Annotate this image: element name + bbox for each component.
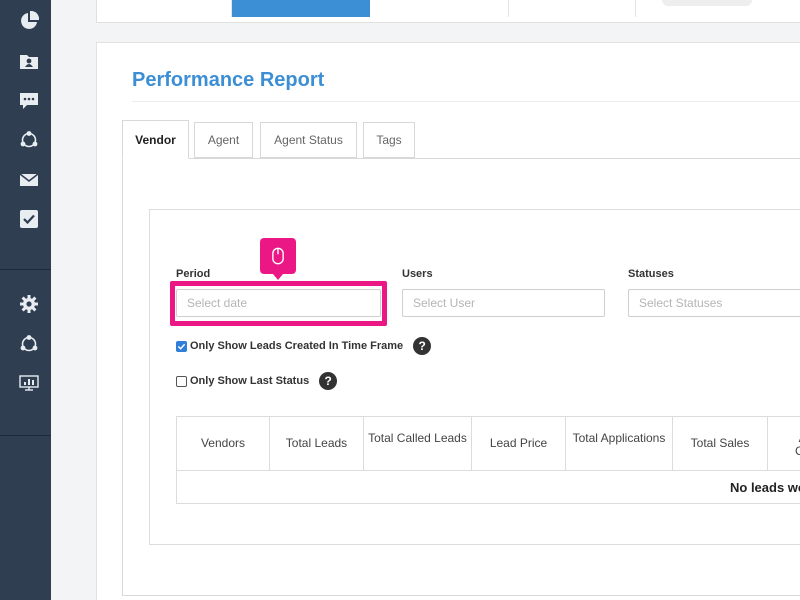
help-icon[interactable]: ? <box>319 372 338 390</box>
tab-vendor[interactable]: Vendor <box>122 120 189 159</box>
top-tab-segment[interactable] <box>97 0 232 17</box>
gear-icon[interactable] <box>18 293 40 315</box>
tab-tags[interactable]: Tags <box>363 122 415 158</box>
only-created-checkbox[interactable] <box>176 340 187 352</box>
monitor-chart-icon[interactable] <box>18 372 40 394</box>
help-icon[interactable]: ? <box>413 337 432 355</box>
only-last-status-label: Only Show Last Status <box>190 375 310 387</box>
page-title: Performance Report <box>132 69 325 91</box>
only-created-option: Only Show Leads Created In Time Frame ? <box>176 337 432 355</box>
top-tab-segment[interactable] <box>509 0 636 17</box>
top-tab-bar <box>96 0 800 23</box>
network-icon[interactable] <box>18 129 40 151</box>
chat-icon[interactable] <box>18 90 40 112</box>
statuses-input[interactable]: Select Statuses <box>628 289 800 317</box>
mail-icon[interactable] <box>18 169 40 191</box>
empty-message: No leads wo <box>730 480 800 495</box>
column-header-lead-price[interactable]: Lead Price <box>472 417 566 471</box>
column-header-total-sales[interactable]: Total Sales <box>673 417 768 471</box>
period-label: Period <box>176 268 211 280</box>
column-header-vendors[interactable]: Vendors <box>177 417 270 471</box>
statuses-label: Statuses <box>628 268 674 280</box>
sidebar-divider <box>0 269 51 270</box>
users-input[interactable]: Select User <box>402 289 605 317</box>
tab-panel: Period Users Statuses Select date Select… <box>122 158 800 596</box>
mouse-pointer-badge <box>260 238 296 280</box>
checkbox-icon[interactable] <box>18 208 40 230</box>
column-header-total-called-leads[interactable]: Total Called Leads <box>364 417 472 471</box>
results-table: Vendors Total Leads Total Called Leads L… <box>176 416 800 504</box>
mouse-icon <box>272 247 284 265</box>
only-last-status-checkbox[interactable] <box>176 375 187 387</box>
top-tab-shape <box>662 0 752 6</box>
pie-chart-icon[interactable] <box>18 10 40 32</box>
tab-agent-status[interactable]: Agent Status <box>260 122 357 158</box>
user-folder-icon[interactable] <box>18 50 40 72</box>
network-icon[interactable] <box>18 333 40 355</box>
users-label: Users <box>402 268 433 280</box>
column-header-total-applications[interactable]: Total Applications <box>566 417 673 471</box>
report-card: Performance Report Vendor Agent Agent St… <box>96 42 800 600</box>
period-input-highlight <box>170 281 387 326</box>
column-header-attempted-contacts[interactable]: Att Con <box>768 417 800 471</box>
only-created-label: Only Show Leads Created In Time Frame <box>190 340 404 352</box>
title-divider <box>132 101 800 102</box>
tab-agent[interactable]: Agent <box>194 122 253 158</box>
only-last-status-option: Only Show Last Status ? <box>176 372 338 390</box>
column-header-total-leads[interactable]: Total Leads <box>270 417 364 471</box>
sidebar <box>0 0 51 600</box>
top-tab-active[interactable] <box>232 0 370 17</box>
top-tab-segment[interactable] <box>370 0 509 17</box>
sidebar-divider <box>0 435 51 436</box>
filter-box: Period Users Statuses Select date Select… <box>149 209 800 545</box>
